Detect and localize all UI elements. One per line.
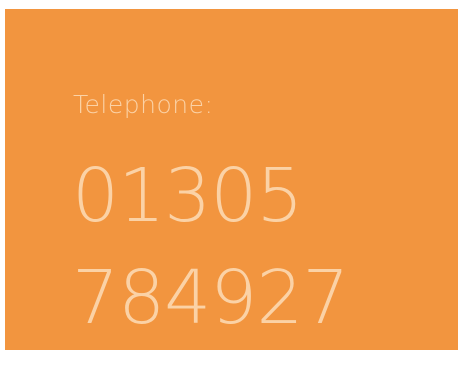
telephone-card: Telephone: 01305 784927 bbox=[5, 9, 458, 350]
telephone-number-line-2[interactable]: 784927 bbox=[72, 261, 349, 335]
telephone-label: Telephone: bbox=[73, 90, 214, 119]
telephone-number-line-1[interactable]: 01305 bbox=[72, 159, 303, 233]
